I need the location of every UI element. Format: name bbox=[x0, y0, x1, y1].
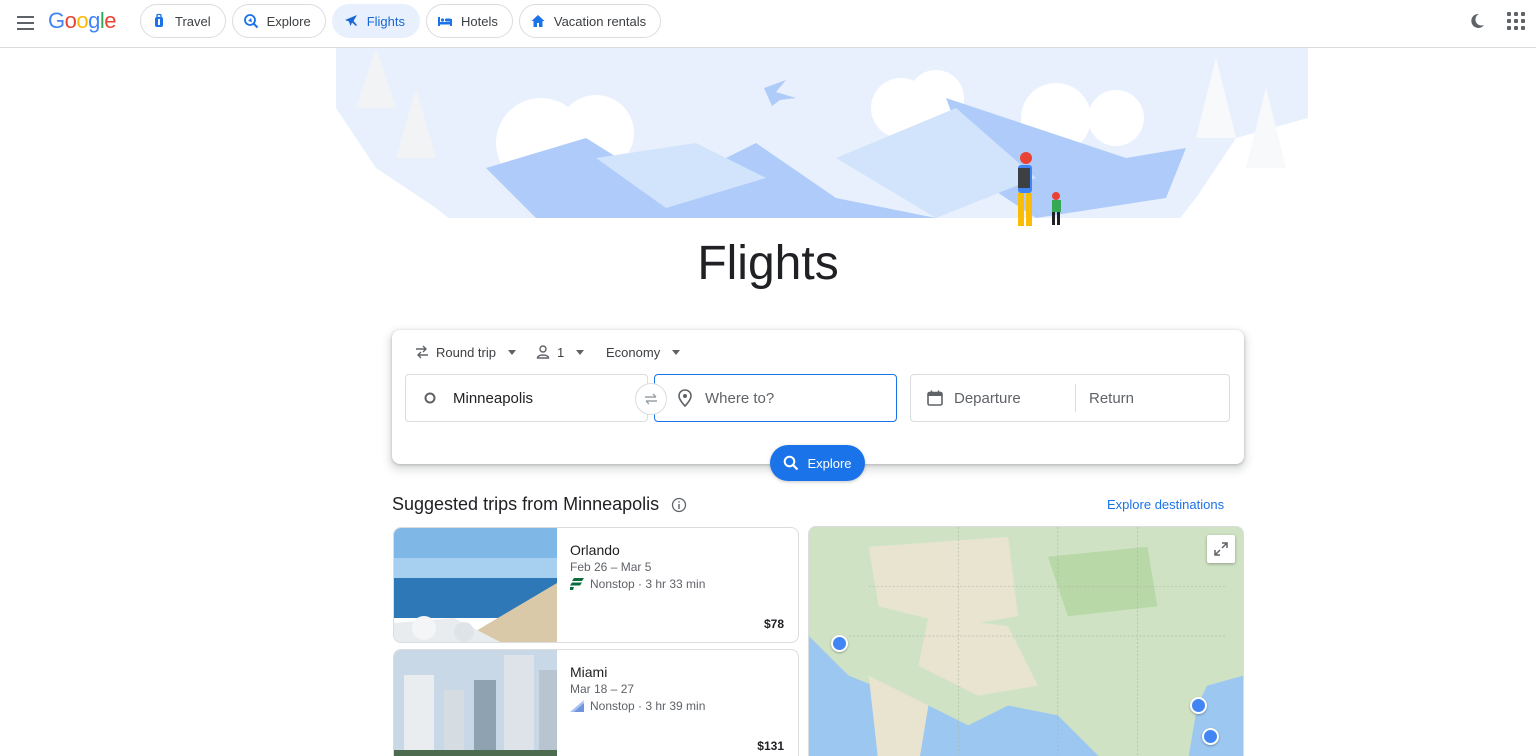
chevron-down-icon bbox=[576, 349, 585, 355]
flight-search-card: Round trip 1 Economy Minneapolis Where t… bbox=[392, 330, 1244, 464]
suitcase-icon bbox=[155, 13, 163, 27]
apps-grid-dot bbox=[1507, 19, 1511, 23]
return-placeholder[interactable]: Return bbox=[1089, 390, 1134, 407]
date-divider bbox=[1075, 384, 1076, 412]
tab-vacation-rentals[interactable]: Vacation rentals bbox=[518, 4, 662, 38]
location-pin-icon bbox=[678, 389, 692, 407]
trip-price: $78 bbox=[763, 617, 784, 631]
origin-field[interactable]: Minneapolis bbox=[405, 374, 648, 422]
tab-explore-label: Explore bbox=[266, 13, 311, 29]
airline-logo-icon bbox=[570, 578, 584, 590]
trip-dates: Mar 18 – 27 bbox=[570, 682, 635, 696]
chevron-down-icon bbox=[672, 349, 681, 355]
trip-info-text: Nonstop · 3 hr 33 min bbox=[590, 577, 706, 591]
menu-icon-line bbox=[16, 22, 34, 24]
tab-travel[interactable]: Travel bbox=[140, 4, 226, 38]
swap-origin-destination-button[interactable] bbox=[635, 383, 667, 415]
apps-grid-dot bbox=[1514, 19, 1518, 23]
google-apps-button[interactable] bbox=[1505, 10, 1527, 32]
google-logo[interactable]: Google bbox=[48, 8, 117, 34]
apps-grid-dot bbox=[1514, 12, 1518, 16]
origin-circle-icon bbox=[424, 392, 436, 404]
apps-grid-dot bbox=[1507, 12, 1511, 16]
tab-hotels[interactable]: Hotels bbox=[426, 4, 513, 38]
explore-destinations-link[interactable]: Explore destinations bbox=[1107, 497, 1224, 512]
explore-button-label: Explore bbox=[807, 455, 852, 471]
tab-explore[interactable]: Explore bbox=[231, 4, 326, 38]
departure-placeholder[interactable]: Departure bbox=[954, 390, 1075, 407]
map-destination-pin[interactable] bbox=[831, 635, 848, 652]
trip-type-select[interactable]: Round trip bbox=[414, 342, 516, 362]
trip-info: Nonstop · 3 hr 39 min bbox=[570, 699, 705, 713]
main-menu-button[interactable] bbox=[10, 8, 40, 38]
person-icon bbox=[536, 345, 550, 359]
explore-button[interactable]: Explore bbox=[770, 445, 865, 481]
apps-grid-dot bbox=[1521, 26, 1525, 30]
trip-info: Nonstop · 3 hr 33 min bbox=[570, 577, 705, 591]
hero-illustration bbox=[336, 48, 1308, 248]
menu-icon-line bbox=[16, 16, 34, 18]
passengers-count: 1 bbox=[557, 344, 565, 360]
apps-grid-dot bbox=[1507, 26, 1511, 30]
airplane-icon bbox=[344, 15, 357, 26]
passengers-select[interactable]: 1 bbox=[535, 342, 585, 362]
dates-field[interactable]: Departure Return bbox=[910, 374, 1230, 422]
suggested-trips-title: Suggested trips from Minneapolis bbox=[392, 494, 660, 514]
info-icon[interactable] bbox=[671, 497, 687, 513]
trip-city: Orlando bbox=[570, 542, 620, 558]
origin-value: Minneapolis bbox=[453, 389, 534, 407]
swap-icon bbox=[645, 393, 657, 405]
trip-price: $131 bbox=[757, 739, 784, 753]
menu-icon-line bbox=[16, 28, 34, 30]
map-destination-pin[interactable] bbox=[1190, 697, 1207, 714]
tab-hotels-label: Hotels bbox=[461, 13, 498, 29]
house-icon bbox=[531, 15, 545, 27]
dark-theme-icon[interactable] bbox=[1466, 10, 1488, 32]
trip-dates: Feb 26 – Mar 5 bbox=[570, 560, 652, 574]
tab-vacation-rentals-label: Vacation rentals bbox=[553, 13, 647, 29]
page-title: Flights bbox=[697, 237, 839, 290]
swap-arrows-icon bbox=[416, 345, 428, 359]
destinations-map[interactable] bbox=[808, 526, 1244, 756]
trip-card-miami[interactable]: Miami Mar 18 – 27 Nonstop · 3 hr 39 min … bbox=[393, 649, 799, 756]
expand-icon bbox=[1214, 542, 1228, 556]
destination-field[interactable]: Where to? bbox=[654, 374, 897, 422]
tab-flights[interactable]: Flights bbox=[331, 4, 421, 38]
top-app-bar: Google Travel Explore Flights Hotels Vac… bbox=[0, 0, 1536, 48]
cabin-class-label: Economy bbox=[606, 344, 661, 360]
apps-grid-dot bbox=[1521, 19, 1525, 23]
airline-logo-icon bbox=[570, 700, 584, 712]
calendar-icon bbox=[927, 390, 943, 406]
cabin-class-select[interactable]: Economy bbox=[606, 342, 681, 362]
bed-icon bbox=[438, 17, 453, 26]
suggested-trips-heading: Suggested trips from Minneapolis bbox=[392, 494, 687, 515]
trip-city: Miami bbox=[570, 664, 608, 680]
apps-grid-dot bbox=[1514, 26, 1518, 30]
expand-map-button[interactable] bbox=[1207, 535, 1235, 563]
beach-photo bbox=[394, 528, 557, 642]
tab-flights-label: Flights bbox=[366, 13, 406, 29]
trip-info-text: Nonstop · 3 hr 39 min bbox=[590, 699, 706, 713]
city-skyline-photo bbox=[394, 650, 557, 756]
search-icon bbox=[784, 455, 799, 471]
trip-type-label: Round trip bbox=[436, 344, 496, 360]
chevron-down-icon bbox=[507, 349, 516, 355]
product-tabs: Travel Explore Flights Hotels Vacation r… bbox=[140, 4, 662, 38]
tab-travel-label: Travel bbox=[175, 13, 211, 29]
destination-placeholder: Where to? bbox=[705, 389, 775, 407]
trip-card-orlando[interactable]: Orlando Feb 26 – Mar 5 Nonstop · 3 hr 33… bbox=[393, 527, 799, 643]
explore-search-icon bbox=[243, 14, 258, 29]
apps-grid-dot bbox=[1521, 12, 1525, 16]
map-destination-pin[interactable] bbox=[1202, 728, 1219, 745]
